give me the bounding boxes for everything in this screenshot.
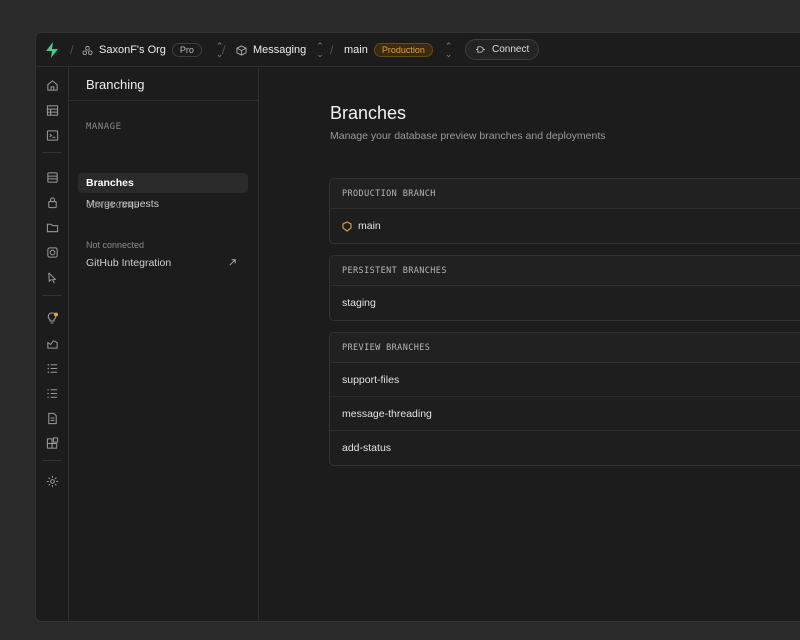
page-subtitle: Manage your database preview branches an… bbox=[330, 130, 606, 142]
sql-editor-icon[interactable] bbox=[44, 127, 60, 143]
table-editor-icon[interactable] bbox=[44, 102, 60, 118]
auth-icon[interactable] bbox=[44, 194, 60, 210]
branch-name: main bbox=[358, 220, 381, 232]
page-title: Branches bbox=[330, 103, 407, 123]
project-switcher[interactable]: Messaging ⌃ ⌄ bbox=[236, 33, 324, 67]
edge-functions-icon[interactable] bbox=[44, 244, 60, 260]
realtime-icon[interactable] bbox=[44, 269, 60, 285]
rail-divider bbox=[42, 295, 62, 296]
settings-icon[interactable] bbox=[44, 473, 60, 489]
org-name: SaxonF's Org bbox=[99, 44, 166, 56]
plug-icon bbox=[476, 46, 485, 53]
external-link-icon bbox=[229, 259, 236, 266]
org-switcher[interactable]: SaxonF's Org Pro ⌃ ⌄ bbox=[82, 33, 223, 67]
rail-divider bbox=[42, 460, 62, 461]
home-icon[interactable] bbox=[44, 77, 60, 93]
branch-row[interactable]: staging bbox=[330, 286, 800, 320]
api-docs-icon[interactable] bbox=[44, 385, 60, 401]
branch-name: add-status bbox=[342, 442, 392, 454]
app-window: / SaxonF's Org Pro ⌃ ⌄ / Messaging ⌃ ⌄ / m… bbox=[35, 32, 800, 622]
branch-name: staging bbox=[342, 297, 376, 309]
persistent-branches-card: PERSISTENT BRANCHES staging bbox=[329, 255, 800, 321]
shield-icon bbox=[342, 220, 352, 232]
connect-label: Connect bbox=[492, 44, 530, 55]
branch-row[interactable]: main bbox=[330, 209, 800, 243]
branching-side-menu: Branching MANAGE Branches Merge requests… bbox=[69, 67, 259, 621]
advisors-icon[interactable] bbox=[44, 310, 60, 326]
project-name: Messaging bbox=[253, 44, 307, 56]
rail-divider bbox=[42, 152, 62, 153]
docs-icon[interactable] bbox=[44, 410, 60, 426]
top-bar: / SaxonF's Org Pro ⌃ ⌄ / Messaging ⌃ ⌄ / m… bbox=[36, 33, 800, 67]
environment-badge: Production bbox=[373, 43, 433, 57]
breadcrumb-separator: / bbox=[222, 43, 226, 57]
logs-icon[interactable] bbox=[44, 360, 60, 376]
database-icon[interactable] bbox=[44, 169, 60, 185]
storage-icon[interactable] bbox=[44, 219, 60, 235]
side-menu-title: Branching bbox=[86, 77, 145, 92]
org-icon bbox=[82, 45, 93, 55]
branch-row[interactable]: message-threading bbox=[330, 397, 800, 431]
card-header: PREVIEW BRANCHES bbox=[330, 333, 800, 363]
branch-row[interactable]: add-status bbox=[330, 431, 800, 465]
github-status: Not connected bbox=[86, 240, 145, 250]
branch-row[interactable]: support-files bbox=[330, 363, 800, 397]
section-label-configure: CONFIGURE bbox=[86, 201, 140, 211]
divider bbox=[69, 100, 258, 101]
card-header: PERSISTENT BRANCHES bbox=[330, 256, 800, 286]
menu-item-branches[interactable]: Branches bbox=[78, 173, 248, 193]
breadcrumb-separator: / bbox=[330, 43, 334, 57]
preview-branches-card: PREVIEW BRANCHES support-files message-t… bbox=[329, 332, 800, 466]
chevron-updown-icon[interactable]: ⌃ ⌄ bbox=[445, 42, 453, 59]
card-header: PRODUCTION BRANCH bbox=[330, 179, 800, 209]
section-label-manage: MANAGE bbox=[86, 122, 122, 132]
branch-switcher[interactable]: main Production ⌃ ⌄ bbox=[344, 33, 452, 67]
breadcrumb-separator: / bbox=[70, 43, 74, 57]
logo-icon[interactable] bbox=[44, 41, 60, 59]
plan-badge: Pro bbox=[171, 43, 202, 57]
connect-button[interactable]: Connect bbox=[465, 39, 540, 60]
cube-icon bbox=[236, 44, 247, 56]
chevron-updown-icon[interactable]: ⌃ ⌄ bbox=[316, 42, 324, 59]
integrations-icon[interactable] bbox=[44, 435, 60, 451]
menu-item-github-integration[interactable]: GitHub Integration bbox=[78, 253, 243, 273]
production-branch-card: PRODUCTION BRANCH main bbox=[329, 178, 800, 244]
icon-rail bbox=[36, 67, 69, 621]
github-integration-label: GitHub Integration bbox=[86, 257, 172, 269]
branch-name: support-files bbox=[342, 373, 400, 386]
reports-icon[interactable] bbox=[44, 335, 60, 351]
main-content: Branches Manage your database preview br… bbox=[260, 67, 800, 621]
branch-name: message-threading bbox=[342, 407, 432, 420]
branch-name: main bbox=[344, 44, 368, 56]
